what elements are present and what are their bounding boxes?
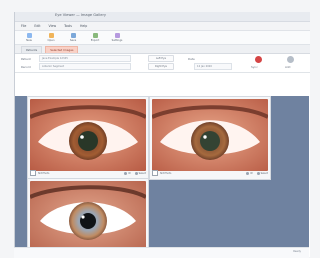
- date-label: Date: [188, 57, 195, 61]
- eye-card-1-meta-a: W: [124, 171, 131, 175]
- tab-selected-images[interactable]: Selected Images: [45, 46, 79, 53]
- record-label: Record: [21, 65, 31, 69]
- eye-card-2-caption: Slit Photo: [160, 171, 172, 175]
- export-icon: [92, 33, 98, 38]
- new-icon: [26, 33, 32, 38]
- eye-image-1: [30, 99, 146, 171]
- tab-patients[interactable]: Patients: [21, 46, 43, 53]
- save-tool-label: Save: [69, 39, 77, 42]
- right-eye-button[interactable]: Right Eye: [148, 63, 174, 70]
- eye-card-1-select-box[interactable]: [30, 170, 36, 176]
- menu-edit[interactable]: Edit: [34, 24, 40, 28]
- eye-card-2-meta-a-icon: [246, 171, 250, 175]
- eye-image-2: [152, 99, 268, 171]
- settings-icon: [114, 33, 120, 38]
- eye-card-1-caption: Slit Photo: [38, 171, 50, 175]
- open-icon: [48, 33, 54, 38]
- title-bar: Eye Viewer — Image Gallery: [15, 12, 310, 22]
- eye-card-1-meta-a-text: W: [128, 171, 131, 175]
- eye-card-2-meta-b-icon: [256, 171, 260, 175]
- open-tool-button[interactable]: Open: [43, 33, 59, 42]
- export-tool-button[interactable]: Export: [87, 33, 103, 42]
- save-icon: [70, 33, 76, 38]
- eye-card-1-meta-b[interactable]: Select: [134, 171, 146, 175]
- left-eye-button[interactable]: Left Eye: [148, 55, 174, 62]
- record-input[interactable]: Anterior Segment: [39, 63, 131, 70]
- eye-card-2-meta-b-text: Select: [260, 171, 268, 175]
- add-label: Add: [285, 65, 291, 69]
- eye-card-2-footer: Slit Photo W Select: [152, 169, 268, 177]
- status-right-text: Ready: [293, 250, 301, 253]
- eye-card-2-meta-b[interactable]: Select: [256, 171, 268, 175]
- eye-image-2-svg: [152, 99, 268, 171]
- tab-patients-label: Patients: [26, 48, 38, 52]
- eye-image-3: [30, 181, 146, 253]
- settings-tool-label: Settings: [111, 39, 123, 42]
- patient-form-bar: Patient Jane Example 12345 Record Anteri…: [15, 54, 310, 73]
- sync-icon[interactable]: [255, 56, 262, 63]
- new-tool-label: New: [26, 39, 32, 42]
- save-tool-button[interactable]: Save: [65, 33, 81, 42]
- eye-card-2-meta-a: W: [246, 171, 253, 175]
- add-icon[interactable]: [287, 56, 294, 63]
- menu-view[interactable]: View: [49, 24, 57, 28]
- tab-selected-images-label: Selected Images: [50, 48, 74, 52]
- settings-tool-button[interactable]: Settings: [109, 33, 125, 42]
- eye-card-3[interactable]: Slit Photo W Select: [27, 178, 149, 257]
- patient-label: Patient: [21, 57, 31, 61]
- eye-card-1-meta-b-icon: [134, 171, 138, 175]
- window-title: Eye Viewer — Image Gallery: [55, 13, 107, 17]
- date-input[interactable]: 12 Jan 2020: [194, 63, 232, 70]
- sync-label: Sync: [251, 65, 258, 69]
- open-tool-label: Open: [47, 39, 55, 42]
- new-tool-button[interactable]: New: [21, 33, 37, 42]
- eye-card-1-meta-b-text: Select: [138, 171, 146, 175]
- export-tool-label: Export: [90, 39, 100, 42]
- menu-help[interactable]: Help: [80, 24, 87, 28]
- right-eye-label: Right Eye: [155, 65, 167, 68]
- eye-card-1-footer: Slit Photo W Select: [30, 169, 146, 177]
- eye-card-1-meta-a-icon: [124, 171, 128, 175]
- eye-card-1[interactable]: Slit Photo W Select: [27, 96, 149, 180]
- gallery-canvas: Slit Photo W Select Slit Photo W Select: [15, 96, 309, 257]
- eye-image-1-svg: [30, 99, 146, 171]
- eye-card-2-meta-a-text: W: [250, 171, 253, 175]
- main-toolbar: New Open Save Export Settings: [15, 31, 310, 45]
- menu-file[interactable]: File: [21, 24, 26, 28]
- eye-card-2[interactable]: Slit Photo W Select: [149, 96, 271, 180]
- patient-input[interactable]: Jane Example 12345: [39, 55, 131, 62]
- tab-bar: Patients Selected Images: [15, 45, 310, 54]
- menu-tools[interactable]: Tools: [64, 24, 72, 28]
- eye-image-3-svg: [30, 181, 146, 253]
- menu-bar: File Edit View Tools Help: [15, 22, 310, 31]
- left-eye-label: Left Eye: [155, 57, 167, 60]
- eye-card-2-select-box[interactable]: [152, 170, 158, 176]
- status-bar: Ready: [14, 247, 309, 258]
- app-window: Eye Viewer — Image Gallery File Edit Vie…: [14, 12, 310, 257]
